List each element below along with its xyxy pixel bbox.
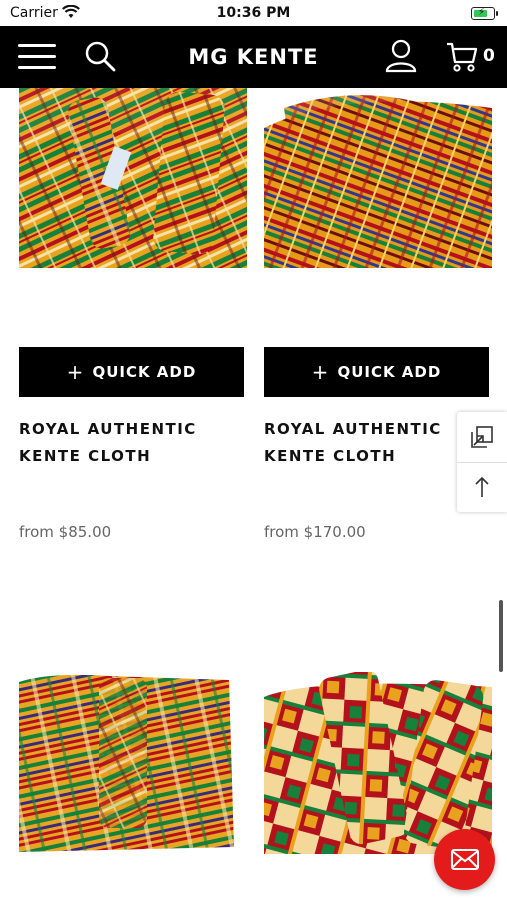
quick-add-label: QUICK ADD [92,363,197,381]
plus-icon: + [66,360,85,384]
mail-button[interactable] [434,829,495,890]
product-image-4[interactable] [264,672,492,854]
product-price-2: from $170.00 [264,523,366,541]
app-header: MG KENTE 0 [0,26,507,88]
product-title-2[interactable]: ROYAL AUTHENTIC KENTE CLOTH [264,416,469,470]
status-bar: Carrier 10:36 PM ⚡ [0,0,507,26]
account-icon[interactable] [385,39,417,73]
cart-icon[interactable] [446,41,478,73]
arrow-up-icon[interactable] [475,476,489,498]
product-image-2[interactable] [264,88,492,268]
status-time: 10:36 PM [216,5,291,21]
brand-logo[interactable]: MG KENTE [0,45,507,69]
side-tools [457,412,507,512]
plus-icon: + [311,360,330,384]
scrollbar[interactable] [499,600,503,672]
quick-add-label: QUICK ADD [337,363,442,381]
product-title-1[interactable]: ROYAL AUTHENTIC KENTE CLOTH [19,416,247,470]
product-image-1[interactable] [19,88,247,268]
product-image-3[interactable] [19,672,247,854]
quick-add-button-1[interactable]: + QUICK ADD [19,347,244,397]
quick-add-button-2[interactable]: + QUICK ADD [264,347,489,397]
product-price-1: from $85.00 [19,523,112,541]
mail-icon [451,849,479,870]
expand-icon[interactable] [471,426,493,448]
battery-icon: ⚡ [471,7,498,20]
cart-count[interactable]: 0 [483,46,495,66]
